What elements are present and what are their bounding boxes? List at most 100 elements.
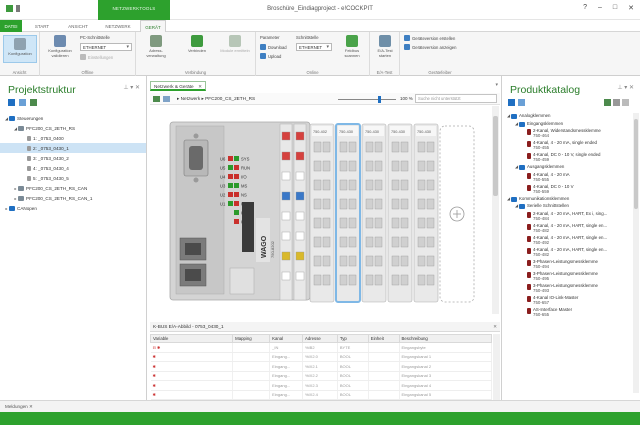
search-input[interactable]: Suche nicht unterstützt (415, 94, 497, 103)
close-icon[interactable]: ✕ (198, 84, 202, 90)
io-test-button[interactable]: E/A-Test starten (372, 35, 398, 58)
scrollbar-thumb[interactable] (493, 116, 498, 196)
tab-device[interactable]: GERÄT (140, 20, 166, 32)
column-address[interactable]: Adresse (301, 334, 338, 343)
breadcrumb[interactable]: ▸ Netzwerk ▸ PFC200_CS_2ETH_RS (177, 96, 255, 102)
cell-variable[interactable]: ✱ (150, 380, 234, 391)
close-button[interactable]: ✕ (628, 4, 634, 12)
catalog-search-icon[interactable] (613, 99, 620, 106)
catalog-item[interactable]: 3-Phasen-Leistungsmessklemme 750-495 (502, 271, 632, 281)
tab-file[interactable]: DATEI (0, 20, 22, 32)
catalog-scrollbar[interactable] (633, 113, 639, 393)
device-canvas[interactable]: SYSRUNI/OMSNSU7U6U5U6U5U4U3U2U1 WAGO 750… (150, 106, 490, 314)
cell-variable[interactable]: ✱ (150, 352, 234, 362)
fieldbus-scan-button[interactable]: Feldbus scannen (338, 35, 366, 58)
cell-variable[interactable]: ✱ (150, 371, 234, 381)
column-mapping[interactable]: Mapping (232, 334, 271, 343)
catalog-item[interactable]: 3-Phasen-Leistungsmessklemme 750-493 (502, 283, 632, 293)
catalog-item[interactable]: ◢ Analogklemmen (502, 113, 632, 119)
maximize-button[interactable]: □ (613, 4, 617, 12)
table-row[interactable]: ⊟ ✱ _IN %IB2 BYTE Eingangsbyte (150, 342, 493, 353)
catalog-item[interactable]: AS-Interface Master 750-655 (502, 307, 632, 317)
tab-start[interactable]: START (30, 20, 54, 32)
network-view-icon[interactable] (153, 96, 160, 102)
table-row[interactable]: ✱ Eingang... %IX2.1 BOOL Eingangskanal 2 (150, 361, 493, 372)
cell-mapping[interactable] (232, 361, 271, 372)
validate-button[interactable]: Konfiguration validieren (44, 35, 76, 58)
help-button[interactable]: ? (583, 4, 587, 12)
scrollbar-thumb[interactable] (634, 119, 638, 209)
catalog-item[interactable]: 2-Kanal, 4 - 20 mA, HART, Ex i, sing... 7… (502, 211, 632, 221)
close-icon[interactable]: ✕ (493, 324, 497, 330)
pc-interface-select[interactable]: ETHERNET ▾ (80, 43, 132, 51)
catalog-item[interactable]: 4-Kanal IO-Link-Master 750-657 (502, 295, 632, 305)
settings-button[interactable]: Einstellungen (80, 54, 113, 60)
cell-variable[interactable]: ⊟ ✱ (150, 342, 234, 353)
tree-item[interactable]: ▸ CANopen (0, 203, 146, 213)
canvas-scrollbar[interactable] (492, 106, 499, 314)
column-description[interactable]: Beschreibung (398, 334, 493, 343)
pin-icon[interactable]: ⊥ ▾ ✕ (617, 84, 634, 91)
cell-variable[interactable]: ✱ (150, 390, 234, 400)
zoom-slider[interactable] (338, 99, 396, 100)
show-version-button[interactable]: Geräteversion anzeigen (404, 44, 456, 50)
catalog-item[interactable]: ◢ Serielle Schnittstellen (502, 203, 632, 209)
cell-mapping[interactable] (232, 352, 271, 362)
column-channel[interactable]: Kanal (269, 334, 303, 343)
device-view-icon[interactable] (163, 96, 170, 102)
catalog-filter-icon[interactable] (604, 99, 611, 106)
catalog-item[interactable]: 4-Kanal, 4 - 20 mA, HART, single en... 75… (502, 247, 632, 257)
column-variable[interactable]: Variable (149, 334, 234, 343)
create-version-button[interactable]: Geräteversion erstellen (404, 35, 455, 41)
catalog-tree-icon[interactable] (508, 99, 515, 106)
catalog-item[interactable]: 4-Kanal, DC 0 - 10 V 750-559 (502, 184, 632, 194)
catalog-item[interactable]: 3-Phasen-Leistungsmessklemme 750-494 (502, 259, 632, 269)
catalog-item[interactable]: ◢ Eingangsklemmen (502, 121, 632, 127)
tree-item[interactable]: 5: _0753_0430_5 (0, 173, 146, 183)
column-type[interactable]: Typ (336, 334, 369, 343)
catalog-settings-icon[interactable] (622, 99, 629, 106)
modules-button[interactable]: Module ermitteln (220, 35, 250, 53)
table-row[interactable]: ✱ Eingang... %IX2.2 BOOL Eingangskanal 3 (150, 371, 493, 381)
download-button[interactable]: Download (260, 44, 287, 50)
catalog-item[interactable]: ◢ Ausgangsklemmen (502, 164, 632, 170)
catalog-item[interactable]: 4-Kanal, 4 - 20 mA, single ended 750-455 (502, 140, 632, 150)
address-management-button[interactable]: Adress-verwaltung (140, 35, 172, 58)
catalog-item[interactable]: 4-Kanal, 4 - 20 mA 750-555 (502, 172, 632, 182)
catalog-item[interactable]: 4-Kanal, 4 - 20 mA, HART, single en... 75… (502, 235, 632, 245)
tree-item[interactable]: 3: _0753_0430_2 (0, 153, 146, 163)
io-table-scrollbar[interactable] (493, 334, 500, 400)
pin-icon[interactable]: ⊥ ▾ ✕ (123, 84, 140, 91)
tree-item[interactable]: ◢ Steuerungen (0, 113, 146, 123)
cell-mapping[interactable] (232, 342, 271, 353)
connect-button[interactable]: Verbinden (182, 35, 212, 53)
upload-button[interactable]: Upload (260, 53, 281, 59)
catalog-item[interactable]: 4-Kanal, 4 - 20 mA, HART, single en... 75… (502, 223, 632, 233)
column-unit[interactable]: Einheit (367, 334, 400, 343)
show-folders-icon[interactable] (8, 99, 15, 106)
messages-tab[interactable]: Meldungen ✕ (5, 404, 33, 410)
table-row[interactable]: ✱ Eingang... %IX2.3 BOOL Eingangskanal 4 (150, 380, 493, 391)
cell-mapping[interactable] (232, 380, 271, 391)
tab-view[interactable]: ANSICHT (62, 20, 94, 32)
tree-item[interactable]: ▸ PFC200_CS_2ETH_RS_CAN (0, 183, 146, 193)
tab-network[interactable]: NETZWERK (100, 20, 136, 32)
interface-select[interactable]: ETHERNET ▾ (296, 43, 332, 51)
catalog-item[interactable]: 2-Kanal, Widerstandsmessklemme 750-464 (502, 128, 632, 138)
table-row[interactable]: ✱ Eingang... %IX2.0 BOOL Eingangskanal 1 (150, 352, 493, 362)
tree-item[interactable]: ▸ PFC200_CS_2ETH_RS_CAN_1 (0, 193, 146, 203)
zoom-slider-thumb[interactable] (378, 96, 381, 103)
cell-mapping[interactable] (232, 390, 271, 400)
cell-variable[interactable]: ✱ (150, 361, 234, 372)
tree-item[interactable]: 1: _0753_0400 (0, 133, 146, 143)
show-devices-icon[interactable] (19, 99, 26, 106)
configuration-button[interactable]: Konfiguration (3, 35, 37, 63)
tree-item[interactable]: 2: _0753_0430_1 (0, 143, 146, 153)
chevron-down-icon[interactable]: ▾ (495, 82, 498, 88)
tree-item[interactable]: ◢ PFC200_CS_2ETH_RS (0, 123, 146, 133)
catalog-item[interactable]: ◢ Kommunikationsklemmen (502, 196, 632, 202)
tree-item[interactable]: 4: _0753_0430_4 (0, 163, 146, 173)
catalog-item[interactable]: 4-Kanal, DC 0 - 10 V, single ended 750-45… (502, 152, 632, 162)
show-network-icon[interactable] (30, 99, 37, 106)
table-row[interactable]: ✱ Eingang... %IX2.4 BOOL Eingangskanal 5 (150, 390, 493, 400)
